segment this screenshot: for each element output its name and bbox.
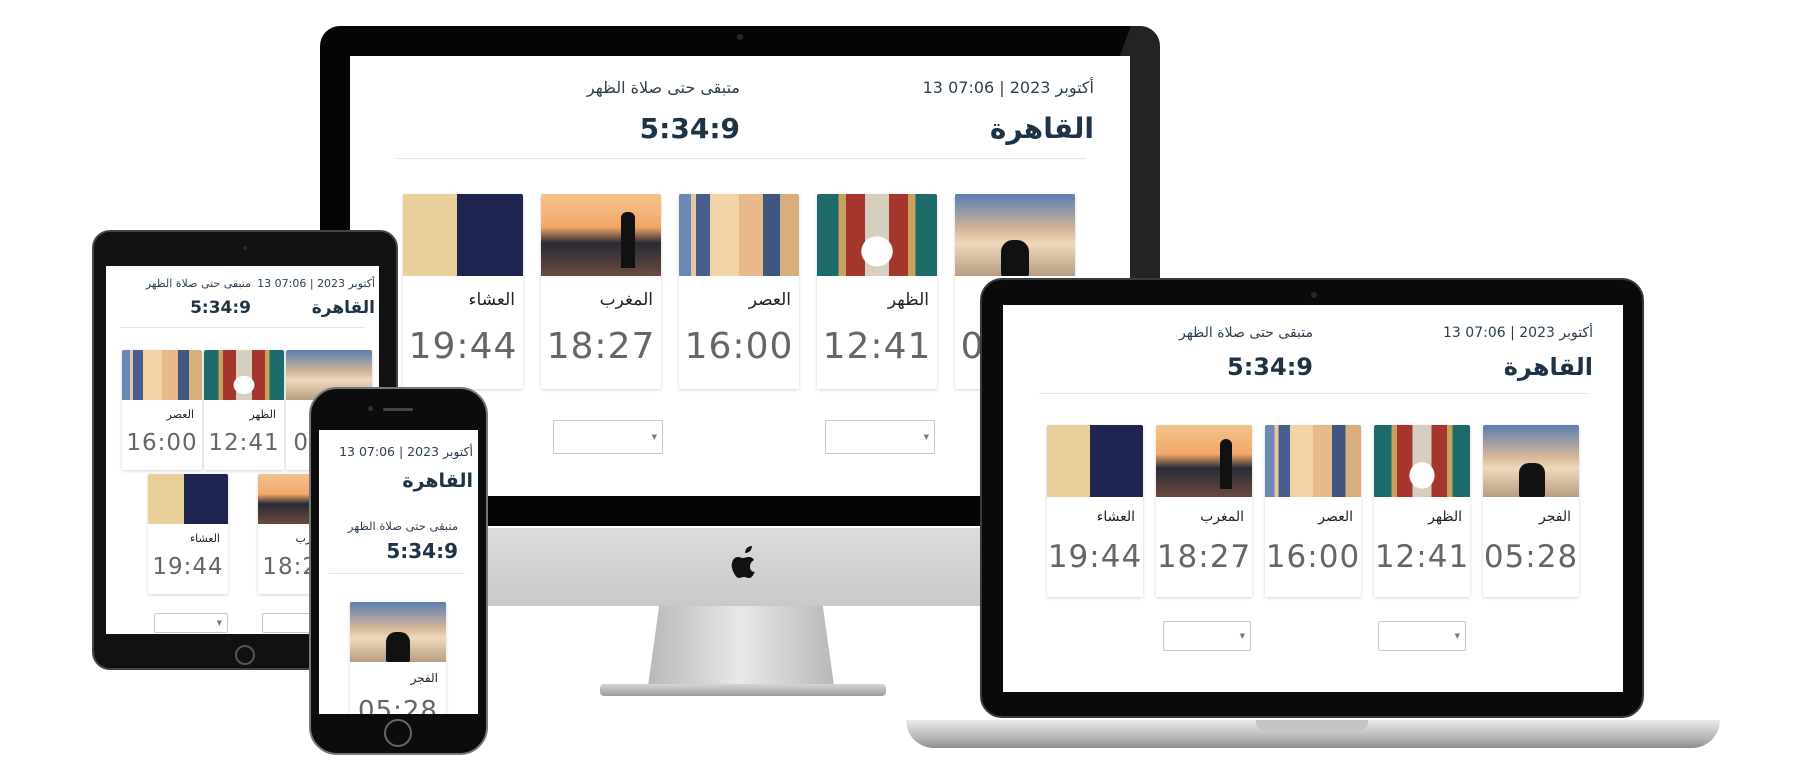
caret-down-icon: ▼ <box>1454 632 1460 640</box>
prayer-card-asr: العصر 16:00 <box>679 194 799 389</box>
caret-down-icon: ▼ <box>1239 632 1245 640</box>
prayer-time: 12:41 <box>822 326 932 367</box>
prayer-time: 12:41 <box>1374 539 1470 575</box>
countdown: 5:34:9 <box>386 539 458 563</box>
date-time: 13 أكتوبر 2023 | 07:06 <box>339 444 473 459</box>
prayer-card-asr: العصر 16:00 <box>1265 425 1361 597</box>
prayer-card-dhuhr: الظهر 12:41 <box>204 350 284 470</box>
prayer-name: العصر <box>1318 509 1353 525</box>
laptop-screen: 13 أكتوبر 2023 | 07:06 القاهرة متبقى حتى… <box>1003 305 1623 692</box>
prayer-time: 19:44 <box>1047 539 1143 575</box>
prayer-time: 18:27 <box>546 326 656 367</box>
imac-camera <box>737 34 743 40</box>
prayer-card-dhuhr: الظهر 12:41 <box>1374 425 1470 597</box>
prayer-card-isha: العشاء 19:44 <box>148 474 228 594</box>
settings-select-1[interactable]: ▼ <box>553 420 663 454</box>
city-name: القاهرة <box>1503 353 1593 381</box>
apple-logo-icon <box>731 546 755 578</box>
countdown: 5:34:9 <box>190 298 251 318</box>
city-name: القاهرة <box>311 298 375 318</box>
prayer-name: الظهر <box>249 408 276 421</box>
prayer-name: الفجر <box>1539 509 1571 525</box>
prayer-time: 18:27 <box>1156 539 1252 575</box>
prayer-card-maghrib: المغرب 18:27 <box>541 194 661 389</box>
dhuhr-image <box>817 194 937 276</box>
remaining-label: متبقى حتى صلاة الظهر <box>1179 325 1313 341</box>
prayer-card-asr: العصر 16:00 <box>122 350 202 470</box>
settings-select-1[interactable]: ▼ <box>1163 621 1251 651</box>
remaining-label: متبقى حتى صلاة الظهر <box>145 277 251 290</box>
prayer-card-isha: العشاء 19:44 <box>403 194 523 389</box>
prayer-card-maghrib: المغرب 18:27 <box>1156 425 1252 597</box>
prayer-card-fajr: الفجر 05:28 <box>350 602 446 714</box>
imac-stand <box>648 606 834 686</box>
countdown: 5:34:9 <box>1227 353 1313 381</box>
prayer-name: العشاء <box>189 532 220 545</box>
prayer-name: العصر <box>748 290 791 310</box>
prayer-name: العصر <box>166 408 194 421</box>
prayer-card-fajr: الفجر 05:28 <box>1483 425 1579 597</box>
city-name: القاهرة <box>402 470 473 492</box>
prayer-name: الفجر <box>410 671 438 685</box>
device-mockup-stage: 13 أكتوبر 2023 | 07:06 القاهرة متبقى حتى… <box>0 0 1800 760</box>
caret-down-icon: ▼ <box>651 433 657 441</box>
remaining-label: متبقى حتى صلاة الظهر <box>347 519 458 533</box>
prayer-time: 05:28 <box>1483 539 1579 575</box>
asr-image <box>679 194 799 276</box>
prayer-time: 19:44 <box>152 554 224 580</box>
prayer-time: 16:00 <box>684 326 794 367</box>
settings-select-1[interactable]: ▼ <box>154 613 228 633</box>
prayer-time: 16:00 <box>126 430 198 456</box>
prayer-time: 16:00 <box>1265 539 1361 575</box>
prayer-name: المغرب <box>599 290 653 310</box>
city-name: القاهرة <box>989 112 1094 145</box>
prayer-time: 19:44 <box>408 326 518 367</box>
remaining-label: متبقى حتى صلاة الظهر <box>586 78 740 97</box>
prayer-card-isha: العشاء 19:44 <box>1047 425 1143 597</box>
maghrib-image <box>541 194 661 276</box>
prayer-card-dhuhr: الظهر 12:41 <box>817 194 937 389</box>
date-time: 13 أكتوبر 2023 | 07:06 <box>257 277 375 290</box>
countdown: 5:34:9 <box>639 112 740 145</box>
tablet-home-button <box>235 645 255 665</box>
caret-down-icon: ▼ <box>923 433 929 441</box>
phone-home-button <box>384 719 412 747</box>
prayer-time: 12:41 <box>208 430 280 456</box>
date-time: 13 أكتوبر 2023 | 07:06 <box>922 78 1094 97</box>
settings-select-2[interactable]: ▼ <box>1378 621 1466 651</box>
prayer-name: المغرب <box>1200 509 1244 525</box>
fajr-image <box>955 194 1075 276</box>
prayer-name: الظهر <box>887 290 929 310</box>
prayer-name: العشاء <box>468 290 515 310</box>
header-divider <box>396 158 1086 159</box>
settings-select-2[interactable]: ▼ <box>825 420 935 454</box>
caret-down-icon: ▼ <box>216 619 222 627</box>
prayer-name: العشاء <box>1096 509 1135 525</box>
prayer-name: الظهر <box>1428 509 1462 525</box>
date-time: 13 أكتوبر 2023 | 07:06 <box>1443 325 1593 341</box>
prayer-time: 05:28 <box>358 696 438 714</box>
imac-stand-foot <box>600 684 886 696</box>
isha-image <box>403 194 523 276</box>
phone-screen: 13 أكتوبر 2023 | 07:06 القاهرة متبقى حتى… <box>319 430 478 714</box>
